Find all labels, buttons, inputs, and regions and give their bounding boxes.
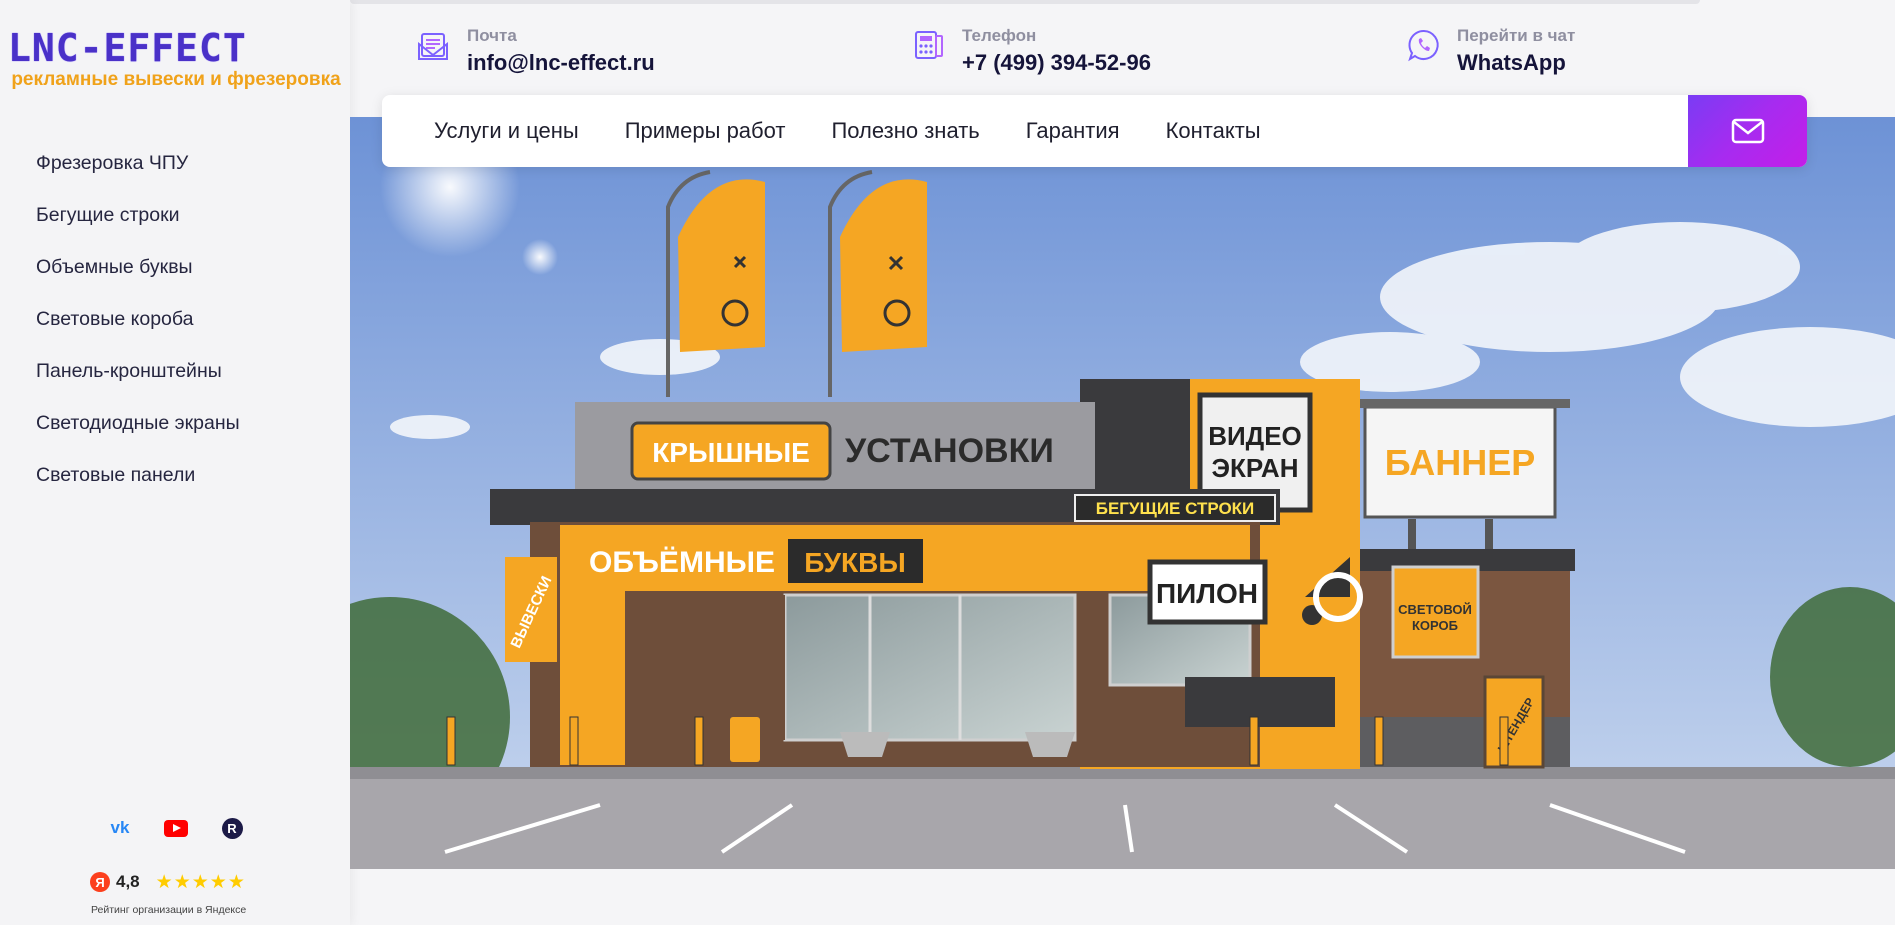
star-icon: ★ bbox=[209, 871, 227, 893]
star-icon: ★ bbox=[155, 871, 173, 893]
rating-stars: ★ ★ ★ ★ ★ bbox=[156, 872, 245, 892]
youtube-icon[interactable] bbox=[164, 816, 188, 840]
contact-whatsapp[interactable]: Перейти в чат WhatsApp bbox=[1407, 24, 1575, 78]
sidebar-item-milling[interactable]: Фрезеровка ЧПУ bbox=[36, 148, 240, 200]
mail-button[interactable] bbox=[1688, 95, 1807, 167]
sidebar-item-bracket-panels[interactable]: Панель-кронштейны bbox=[36, 356, 240, 408]
rating-value: 4,8 bbox=[116, 872, 140, 891]
contact-phone[interactable]: Телефон +7 (499) 394-52-96 bbox=[912, 24, 1151, 78]
hero-banner: БАННЕР СВЕТОВОЙ КОРОБ ШТЕНДЕР ВИДЕО ЭКРА… bbox=[350, 117, 1895, 869]
logo-mark: LNC-EFFECT bbox=[8, 26, 247, 70]
sidebar-item-volume-letters[interactable]: Объемные буквы bbox=[36, 252, 240, 304]
sidebar: LNC-EFFECT рекламные вывески и фрезеровк… bbox=[0, 0, 350, 925]
storefront-illustration: БАННЕР СВЕТОВОЙ КОРОБ ШТЕНДЕР ВИДЕО ЭКРА… bbox=[350, 117, 1895, 869]
banner-text: БАННЕР bbox=[1385, 442, 1536, 483]
menu-item-guarantee[interactable]: Гарантия bbox=[1026, 118, 1120, 144]
rating-caption: Рейтинг организации в Яндексе bbox=[91, 904, 247, 916]
menu-item-contacts[interactable]: Контакты bbox=[1166, 118, 1261, 144]
sidebar-item-led-screens[interactable]: Светодиодные экраны bbox=[36, 408, 240, 460]
star-icon: ★ bbox=[227, 871, 245, 893]
star-icon: ★ bbox=[173, 871, 191, 893]
sidebar-nav: Фрезеровка ЧПУ Бегущие строки Объемные б… bbox=[36, 148, 240, 512]
yandex-rating[interactable]: Я 4,8 ★ ★ ★ ★ ★ bbox=[90, 872, 245, 892]
contact-email[interactable]: Почта info@lnc-effect.ru bbox=[417, 24, 655, 78]
logo[interactable]: LNC-EFFECT рекламные вывески и фрезеровк… bbox=[8, 28, 344, 91]
envelope-icon bbox=[1731, 118, 1764, 144]
main-menu-bar: Услуги и цены Примеры работ Полезно знат… bbox=[382, 95, 1807, 167]
video-screen-line2: ЭКРАН bbox=[1212, 453, 1299, 483]
menu-item-services[interactable]: Услуги и цены bbox=[434, 118, 579, 144]
whatsapp-icon bbox=[1408, 29, 1439, 62]
rutube-icon[interactable]: R bbox=[220, 816, 244, 840]
top-scroll-strip bbox=[350, 0, 1700, 4]
video-screen-line1: ВИДЕО bbox=[1208, 421, 1302, 451]
roof-sign-left: КРЫШНЫЕ bbox=[652, 437, 810, 468]
email-value[interactable]: info@lnc-effect.ru bbox=[467, 48, 655, 78]
volume-sign-right: БУКВЫ bbox=[804, 547, 906, 578]
volume-sign-left: ОБЪЁМНЫЕ bbox=[589, 546, 775, 579]
menu-item-useful[interactable]: Полезно знать bbox=[831, 118, 979, 144]
mail-icon bbox=[418, 33, 448, 60]
star-icon: ★ bbox=[191, 871, 209, 893]
chat-value[interactable]: WhatsApp bbox=[1457, 48, 1575, 78]
sidebar-item-light-panels[interactable]: Световые панели bbox=[36, 460, 240, 512]
sidebar-item-tickers[interactable]: Бегущие строки bbox=[36, 200, 240, 252]
lightbox-line1: СВЕТОВОЙ bbox=[1398, 602, 1472, 617]
ticker-sign: БЕГУЩИЕ СТРОКИ bbox=[1096, 499, 1255, 518]
email-label: Почта bbox=[467, 26, 517, 45]
phone-value[interactable]: +7 (499) 394-52-96 bbox=[962, 48, 1151, 78]
roof-sign-right: УСТАНОВКИ bbox=[845, 432, 1054, 470]
calculator-icon bbox=[915, 31, 943, 59]
logo-tagline: рекламные вывески и фрезеровка bbox=[11, 69, 341, 90]
yandex-icon: Я bbox=[90, 872, 110, 892]
menu-item-portfolio[interactable]: Примеры работ bbox=[625, 118, 786, 144]
phone-label: Телефон bbox=[962, 26, 1037, 45]
sidebar-item-light-boxes[interactable]: Световые короба bbox=[36, 304, 240, 356]
chat-label: Перейти в чат bbox=[1457, 26, 1576, 45]
main-menu: Услуги и цены Примеры работ Полезно знат… bbox=[434, 95, 1261, 167]
pylon-sign: ПИЛОН bbox=[1156, 578, 1258, 609]
vk-icon[interactable]: vk bbox=[108, 816, 132, 840]
lightbox-line2: КОРОБ bbox=[1412, 618, 1458, 633]
social-links: vk R bbox=[108, 816, 244, 840]
